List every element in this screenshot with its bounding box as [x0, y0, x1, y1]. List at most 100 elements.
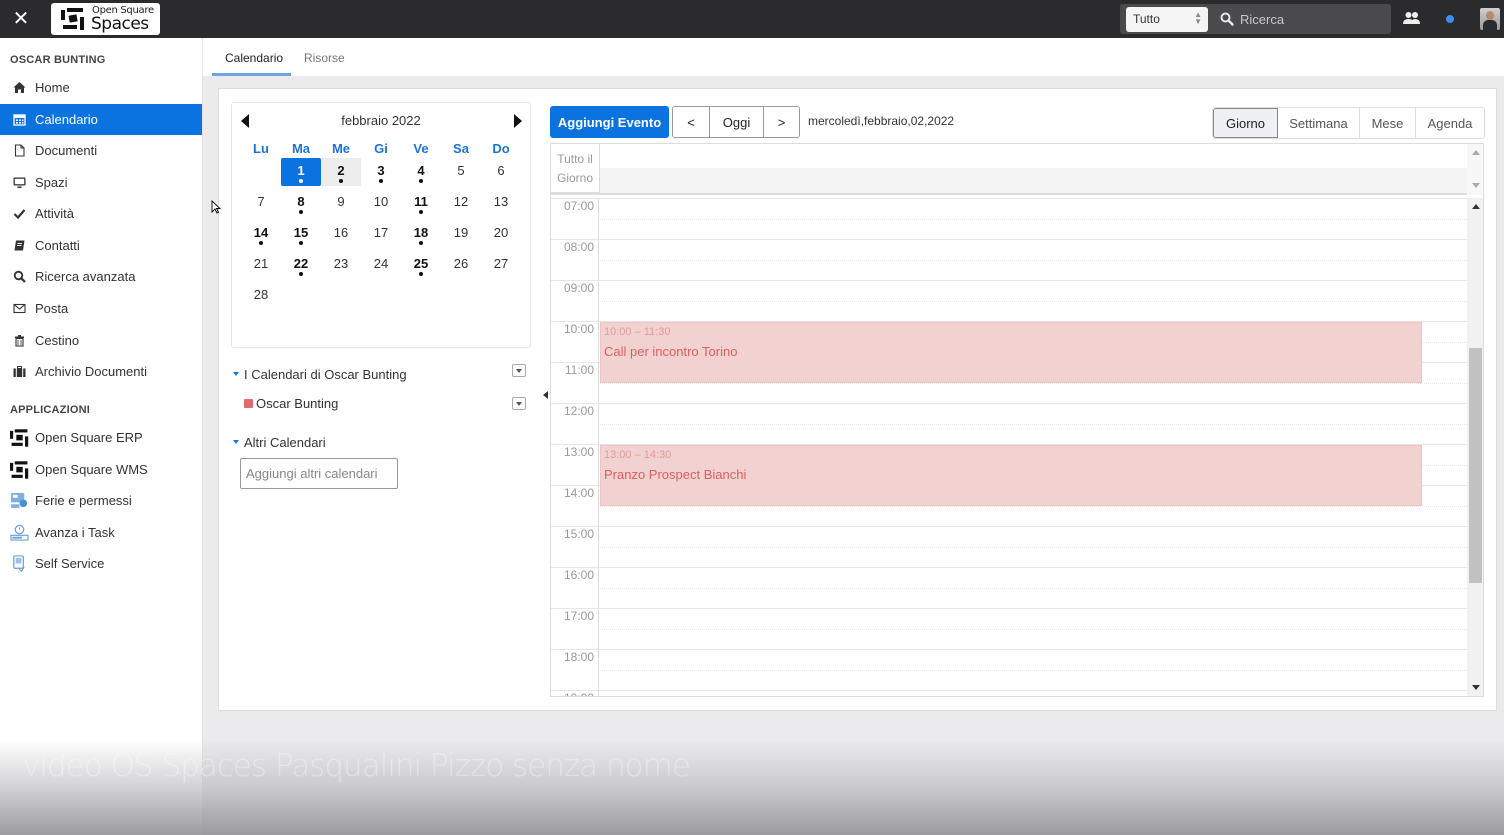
- address-book-icon: [12, 238, 27, 253]
- view-day-button[interactable]: Giorno: [1213, 108, 1278, 138]
- other-calendars-header[interactable]: Altri Calendari: [233, 435, 326, 450]
- calendar-event[interactable]: 10:00 – 11:30 Call per incontro Torino: [600, 322, 1422, 383]
- scrollbar-thumb[interactable]: [1469, 348, 1482, 583]
- mini-calendar-day[interactable]: 2: [321, 158, 361, 186]
- all-day-cell[interactable]: [599, 168, 1467, 193]
- sidebar-item-contatti[interactable]: Contatti: [0, 230, 202, 261]
- user-avatar[interactable]: [1480, 8, 1500, 30]
- scroll-up-icon[interactable]: [1472, 150, 1480, 155]
- hour-row[interactable]: 15:00: [551, 526, 1467, 568]
- mini-calendar-day[interactable]: 10: [361, 189, 401, 217]
- sidebar-app-avanza-i-task[interactable]: Avanza i Task: [0, 517, 202, 548]
- sidebar-app-ferie-e-permessi[interactable]: Ferie e permessi: [0, 485, 202, 516]
- sidebar-app-self-service[interactable]: Self Service: [0, 548, 202, 579]
- sidebar-item-posta[interactable]: Posta: [0, 293, 202, 324]
- sidebar: OSCAR BUNTING Home Calendario Documenti …: [0, 38, 203, 835]
- add-other-calendars-input[interactable]: [240, 458, 398, 489]
- top-bar: ✕ Open Square Spaces Tutto ▲ ▼: [0, 0, 1504, 38]
- day-number: 25: [413, 256, 429, 271]
- hour-row[interactable]: 07:00: [551, 198, 1467, 240]
- mini-calendar-day[interactable]: 26: [441, 251, 481, 279]
- people-icon[interactable]: [1403, 11, 1420, 25]
- view-month-button[interactable]: Mese: [1360, 108, 1416, 138]
- sidebar-item-ricerca-avanzata[interactable]: Ricerca avanzata: [0, 261, 202, 292]
- mini-calendar-day[interactable]: 27: [481, 251, 521, 279]
- open-square-spaces-logo[interactable]: Open Square Spaces: [51, 3, 160, 35]
- my-calendars-header[interactable]: I Calendari di Oscar Bunting: [233, 367, 407, 382]
- sidebar-app-open-square-erp[interactable]: Open Square ERP: [0, 422, 202, 453]
- mini-calendar-day[interactable]: 14: [241, 220, 281, 248]
- add-event-button[interactable]: Aggiungi Evento: [550, 106, 669, 138]
- online-status-indicator: [1446, 15, 1454, 23]
- scroll-down-icon[interactable]: [1472, 685, 1480, 690]
- calendar-item-oscar-bunting[interactable]: Oscar Bunting: [244, 396, 338, 411]
- sidebar-item-home[interactable]: Home: [0, 72, 202, 103]
- mini-calendar-day[interactable]: 28: [241, 282, 281, 310]
- hour-row[interactable]: 09:00: [551, 280, 1467, 322]
- hour-row[interactable]: 17:00: [551, 608, 1467, 650]
- mini-calendar-day[interactable]: 20: [481, 220, 521, 248]
- search-input[interactable]: [1240, 8, 1385, 30]
- day-number: 16: [333, 225, 349, 240]
- scroll-up-icon[interactable]: [1472, 204, 1480, 209]
- sidebar-item-calendario[interactable]: Calendario: [0, 104, 202, 135]
- mini-calendar-day[interactable]: 13: [481, 189, 521, 217]
- select-arrows-icon: ▲ ▼: [1194, 10, 1202, 26]
- scroll-down-icon[interactable]: [1472, 183, 1480, 188]
- hour-row[interactable]: 08:00: [551, 239, 1467, 281]
- mini-calendar-day[interactable]: 12: [441, 189, 481, 217]
- view-week-button[interactable]: Settimana: [1278, 108, 1360, 138]
- sidebar-item-archivio-documenti[interactable]: Archivio Documenti: [0, 356, 202, 387]
- mini-calendar-day[interactable]: 22: [281, 251, 321, 279]
- mini-calendar-day[interactable]: 9: [321, 189, 361, 217]
- mini-calendar-day[interactable]: 24: [361, 251, 401, 279]
- today-button[interactable]: Oggi: [710, 107, 764, 137]
- all-day-scrollbar[interactable]: [1467, 144, 1483, 195]
- date-navigation: < Oggi >: [672, 106, 800, 138]
- mini-calendar-day[interactable]: 11: [401, 189, 441, 217]
- hour-label: 12:00: [551, 404, 599, 445]
- next-month-arrow-icon[interactable]: [512, 113, 524, 129]
- sidebar-item-spazi[interactable]: Spazi: [0, 167, 202, 198]
- mini-calendar-day[interactable]: 8: [281, 189, 321, 217]
- mini-calendar-day[interactable]: 25: [401, 251, 441, 279]
- mini-calendar-day[interactable]: 21: [241, 251, 281, 279]
- sidebar-item-attivita[interactable]: Attività: [0, 198, 202, 229]
- hour-row[interactable]: 18:00: [551, 649, 1467, 691]
- hour-row[interactable]: 19:00: [551, 690, 1467, 696]
- sidebar-item-cestino[interactable]: Cestino: [0, 325, 202, 356]
- hour-row[interactable]: 16:00: [551, 567, 1467, 609]
- sidebar-app-open-square-wms[interactable]: Open Square WMS: [0, 454, 202, 485]
- video-overlay-fade: [0, 740, 1504, 835]
- mini-calendar-day[interactable]: 18: [401, 220, 441, 248]
- mini-calendar-day[interactable]: 1: [281, 158, 321, 186]
- view-agenda-button[interactable]: Agenda: [1416, 108, 1484, 138]
- mini-calendar-day[interactable]: 23: [321, 251, 361, 279]
- mini-calendar-day[interactable]: 19: [441, 220, 481, 248]
- hour-label: 19:00: [551, 691, 599, 696]
- mini-calendar-day[interactable]: 16: [321, 220, 361, 248]
- mini-calendar-day[interactable]: 6: [481, 158, 521, 186]
- search-scope-select[interactable]: Tutto ▲ ▼: [1126, 7, 1208, 32]
- my-calendars-menu-button[interactable]: [512, 364, 526, 377]
- mini-calendar-day[interactable]: 15: [281, 220, 321, 248]
- day-number: 5: [457, 163, 465, 178]
- mini-calendar-day[interactable]: 5: [441, 158, 481, 186]
- next-day-button[interactable]: >: [764, 107, 799, 137]
- calendar-item-menu-button[interactable]: [512, 397, 526, 410]
- calendar-event[interactable]: 13:00 – 14:30 Pranzo Prospect Bianchi: [600, 445, 1422, 506]
- collapse-sidebar-handle[interactable]: [543, 391, 548, 399]
- day-view-scrollbar[interactable]: [1467, 198, 1483, 696]
- close-button[interactable]: ✕: [10, 7, 32, 31]
- half-hour-line: [600, 383, 1467, 384]
- hour-row[interactable]: 12:00: [551, 403, 1467, 445]
- previous-day-button[interactable]: <: [673, 107, 710, 137]
- mini-calendar-day[interactable]: 7: [241, 189, 281, 217]
- mini-calendar-day[interactable]: 3: [361, 158, 401, 186]
- day-number: 24: [373, 256, 389, 271]
- tab-risorse[interactable]: Risorse: [304, 38, 345, 76]
- mini-calendar-day[interactable]: 4: [401, 158, 441, 186]
- mini-calendar-day[interactable]: 17: [361, 220, 401, 248]
- tab-calendario[interactable]: Calendario: [225, 38, 283, 76]
- sidebar-item-documenti[interactable]: Documenti: [0, 135, 202, 166]
